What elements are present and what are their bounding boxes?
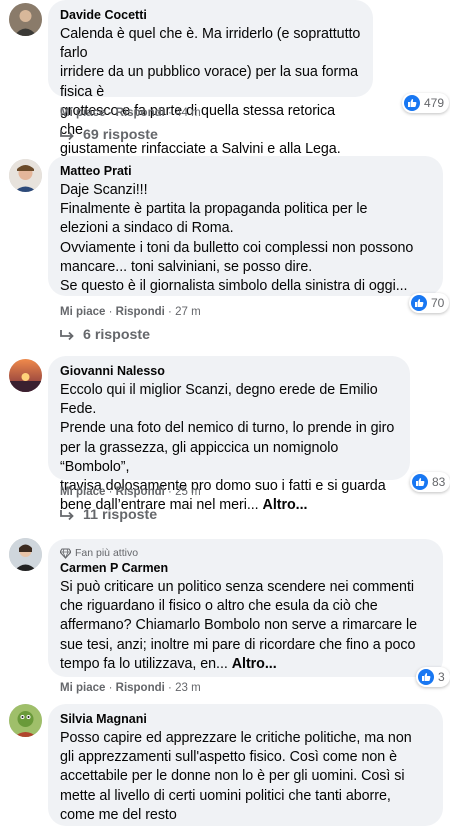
reply-arrow-icon xyxy=(60,510,74,521)
comment-actions: Mi piace · Rispondi · 44 m xyxy=(60,106,201,120)
comment-bubble: Fan più attivo Carmen P Carmen Si può cr… xyxy=(48,539,443,677)
view-replies-button[interactable]: 6 risposte xyxy=(60,326,150,344)
comment-line: Prende una foto del nemico di turno, lo … xyxy=(60,420,395,437)
view-replies-button[interactable]: 69 risposte xyxy=(60,126,158,144)
comment-line: Posso capire ed apprezzare le critiche p… xyxy=(60,730,412,746)
top-fan-badge[interactable]: Fan più attivo xyxy=(60,546,431,560)
reaction-count[interactable]: 479 xyxy=(402,93,450,113)
separator: · xyxy=(168,107,172,119)
like-button[interactable]: Mi piace xyxy=(60,486,105,498)
comment-line: che riguardano il fisico o altro che esu… xyxy=(60,598,378,615)
comment-line: affermano? Chiamarlo Bombolo non serve a… xyxy=(60,617,418,634)
like-icon xyxy=(418,669,434,685)
comment-line: Finalmente è partita la propaganda polit… xyxy=(60,201,368,218)
comment-line: Calenda è quel che è. Ma irriderlo (e so… xyxy=(60,26,361,62)
comment-bubble: Matteo Prati Daje Scanzi!!! Finalmente è… xyxy=(48,156,443,296)
reaction-count[interactable]: 3 xyxy=(416,667,450,687)
timestamp[interactable]: 44 m xyxy=(175,107,201,119)
avatar[interactable] xyxy=(9,359,42,392)
badge-label: Fan più attivo xyxy=(75,547,139,559)
like-icon xyxy=(411,295,427,311)
replies-label: 69 risposte xyxy=(83,127,158,143)
reaction-count[interactable]: 70 xyxy=(409,293,450,313)
separator: · xyxy=(108,107,113,119)
comment-line: mette al livello di certi uomini politic… xyxy=(60,787,391,804)
diamond-icon xyxy=(60,547,71,559)
see-more-link[interactable]: Altro... xyxy=(232,656,277,672)
comment-bubble: Giovanni Nalesso Eccolo qui il miglior S… xyxy=(48,356,410,513)
replies-label: 6 risposte xyxy=(83,327,151,343)
comment-line: Daje Scanzi!!! xyxy=(60,182,148,198)
comment-line: Eccolo qui il miglior Scanzi, degno ered… xyxy=(60,382,378,418)
reply-button[interactable]: Rispondi xyxy=(116,107,165,119)
comment-text: Daje Scanzi!!! Finalmente è partita la p… xyxy=(60,181,431,296)
comment-line: mancare... toni salviniani, se posso dir… xyxy=(60,258,313,275)
separator: · xyxy=(108,486,113,498)
reply-arrow-icon xyxy=(60,130,74,141)
reaction-number: 83 xyxy=(432,475,446,489)
comment-line: sue tesi, anzi; inoltre mi pare di ricor… xyxy=(60,636,416,653)
author-name[interactable]: Giovanni Nalesso xyxy=(60,363,398,379)
avatar[interactable] xyxy=(9,3,42,36)
reaction-count[interactable]: 83 xyxy=(410,472,450,492)
see-more-link[interactable]: Altro... xyxy=(263,497,308,513)
comment-line: Se questo è il giornalista simbolo della… xyxy=(60,278,408,295)
reaction-number: 70 xyxy=(431,296,445,310)
like-icon xyxy=(412,474,428,490)
avatar[interactable] xyxy=(9,538,42,571)
separator: · xyxy=(168,306,172,318)
reply-button[interactable]: Rispondi xyxy=(116,486,165,498)
comment-line: per la grassezza, gli appiccica un nomig… xyxy=(60,439,339,475)
comment-actions: Mi piace · Rispondi · 27 m xyxy=(60,305,201,319)
reaction-number: 479 xyxy=(424,96,445,110)
reply-button[interactable]: Rispondi xyxy=(116,306,165,318)
comment-bubble: Silvia Magnani Posso capire ed apprezzar… xyxy=(48,704,443,826)
author-name[interactable]: Silvia Magnani xyxy=(60,711,431,727)
comment-line: irridere da un pubblico vorace) per la s… xyxy=(60,64,358,100)
timestamp[interactable]: 27 m xyxy=(175,306,201,318)
comment-actions: Mi piace · Rispondi · 23 m xyxy=(60,681,201,695)
like-button[interactable]: Mi piace xyxy=(60,682,105,694)
comment-line-text: tempo fa lo utilizzava, en... xyxy=(60,655,228,672)
comment-line: Ovviamente i toni da bulletto coi comple… xyxy=(60,239,414,256)
comment-bubble: Davide Cocetti Calenda è quel che è. Ma … xyxy=(48,0,373,157)
timestamp[interactable]: 25 m xyxy=(175,486,201,498)
separator: · xyxy=(108,306,113,318)
author-name[interactable]: Carmen P Carmen xyxy=(60,560,431,576)
reply-arrow-icon xyxy=(60,330,74,341)
comment-text: Posso capire ed apprezzare le critiche p… xyxy=(60,729,431,825)
comment-actions: Mi piace · Rispondi · 25 m xyxy=(60,485,201,499)
view-replies-button[interactable]: 11 risposte xyxy=(60,506,157,524)
like-icon xyxy=(404,95,420,111)
separator: · xyxy=(168,682,172,694)
avatar[interactable] xyxy=(9,704,42,737)
comment-line: Si può criticare un politico senza scend… xyxy=(60,579,415,595)
reply-button[interactable]: Rispondi xyxy=(116,682,165,694)
comment-line: come me del resto xyxy=(60,806,177,823)
author-name[interactable]: Matteo Prati xyxy=(60,163,431,179)
comment-line: tempo fa lo utilizzava, en... Altro... xyxy=(60,655,431,674)
reaction-number: 3 xyxy=(438,670,445,684)
comment-line: gli apprezzamenti sull'aspetto fisico. C… xyxy=(60,749,397,766)
timestamp[interactable]: 23 m xyxy=(175,682,201,694)
comment-text: Si può criticare un politico senza scend… xyxy=(60,578,431,674)
avatar[interactable] xyxy=(9,159,42,192)
comment-line: elezioni a sindaco di Roma. xyxy=(60,220,234,237)
author-name[interactable]: Davide Cocetti xyxy=(60,7,361,23)
comment-line: accettabile per le donne non lo è per gl… xyxy=(60,768,405,785)
like-button[interactable]: Mi piace xyxy=(60,306,105,318)
replies-label: 11 risposte xyxy=(83,507,158,523)
separator: · xyxy=(108,682,113,694)
separator: · xyxy=(168,486,172,498)
like-button[interactable]: Mi piace xyxy=(60,107,105,119)
